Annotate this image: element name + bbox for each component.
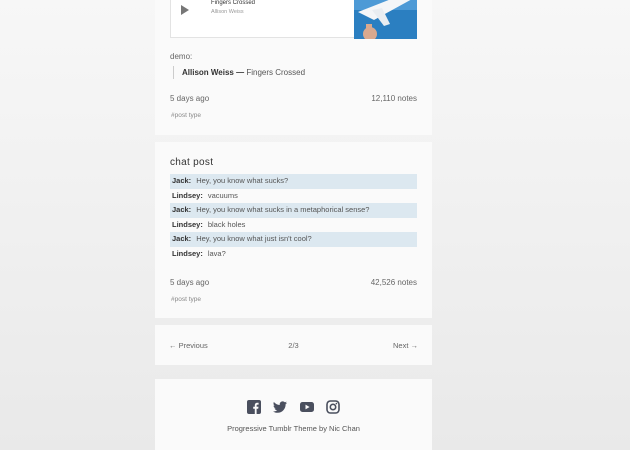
chat-line: Lindsey: vacuums	[170, 189, 417, 204]
post-notes-link[interactable]: 12,110 notes	[371, 94, 417, 103]
chat-text: Hey, you know what sucks?	[196, 176, 289, 185]
post-meta: 5 days ago 12,110 notes	[170, 94, 417, 103]
album-art-image	[354, 0, 417, 39]
chat-line: Jack: Hey, you know what just isn't cool?	[170, 232, 417, 247]
footer-card: Progressive Tumblr Theme by Nic Chan	[155, 379, 432, 450]
quote-title: Fingers Crossed	[246, 68, 306, 77]
chat-text: vacuums	[207, 190, 238, 200]
post-tag-link[interactable]: #post type	[171, 296, 201, 303]
post-date-link[interactable]: 5 days ago	[170, 94, 209, 103]
chat-text: black holes	[207, 219, 246, 229]
chat-speaker: Jack:	[172, 205, 192, 214]
chat-line: Jack: Hey, you know what sucks?	[170, 174, 417, 189]
track-title: Fingers Crossed	[211, 0, 256, 6]
chat-dialogue: Jack: Hey, you know what sucks? Lindsey: v…	[170, 174, 417, 261]
chat-text: Hey, you know what just isn't cool?	[196, 234, 312, 243]
quote-artist: Allison Weiss	[182, 68, 234, 77]
chat-speaker: Lindsey:	[172, 248, 203, 258]
social-icons	[155, 398, 432, 414]
post-meta: 5 days ago 42,526 notes	[170, 278, 417, 287]
chat-post-card: chat post Jack: Hey, you know what sucks?…	[155, 142, 432, 318]
theme-credit[interactable]: Progressive Tumblr Theme by Nic Chan	[155, 424, 432, 433]
quote-separator: —	[233, 68, 247, 77]
youtube-icon[interactable]	[299, 400, 314, 414]
audio-player: Fingers Crossed Allison Weiss	[170, 0, 417, 39]
facebook-icon[interactable]	[246, 399, 261, 414]
track-artist: Allison Weiss	[211, 9, 244, 15]
post-date-link[interactable]: 5 days ago	[170, 278, 209, 287]
audio-post-card: Fingers Crossed Allison Weiss demo: Alli…	[155, 0, 432, 135]
twitter-icon[interactable]	[273, 400, 288, 414]
audio-quote: Allison Weiss — Fingers Crossed	[173, 66, 305, 79]
chat-speaker: Lindsey:	[172, 190, 203, 200]
post-notes-link[interactable]: 42,526 notes	[371, 278, 417, 287]
pagination-card: ← Previous 2/3 Next →	[155, 325, 432, 365]
play-icon[interactable]	[181, 5, 189, 15]
chat-text: Hey, you know what sucks in a metaphoric…	[196, 205, 370, 214]
post-tag-link[interactable]: #post type	[171, 112, 201, 119]
chat-line: Lindsey: black holes	[170, 218, 417, 233]
next-page-link[interactable]: Next →	[393, 341, 418, 350]
chat-line: Lindsey: lava?	[170, 247, 417, 262]
demo-label: demo:	[170, 52, 193, 61]
chat-line: Jack: Hey, you know what sucks in a metap…	[170, 203, 417, 218]
instagram-icon[interactable]	[326, 399, 340, 414]
chat-speaker: Jack:	[172, 176, 192, 185]
post-title: chat post	[170, 157, 214, 168]
chat-speaker: Lindsey:	[172, 219, 203, 229]
page-indicator: 2/3	[288, 341, 299, 350]
chat-speaker: Jack:	[172, 234, 192, 243]
chat-text: lava?	[207, 248, 226, 258]
